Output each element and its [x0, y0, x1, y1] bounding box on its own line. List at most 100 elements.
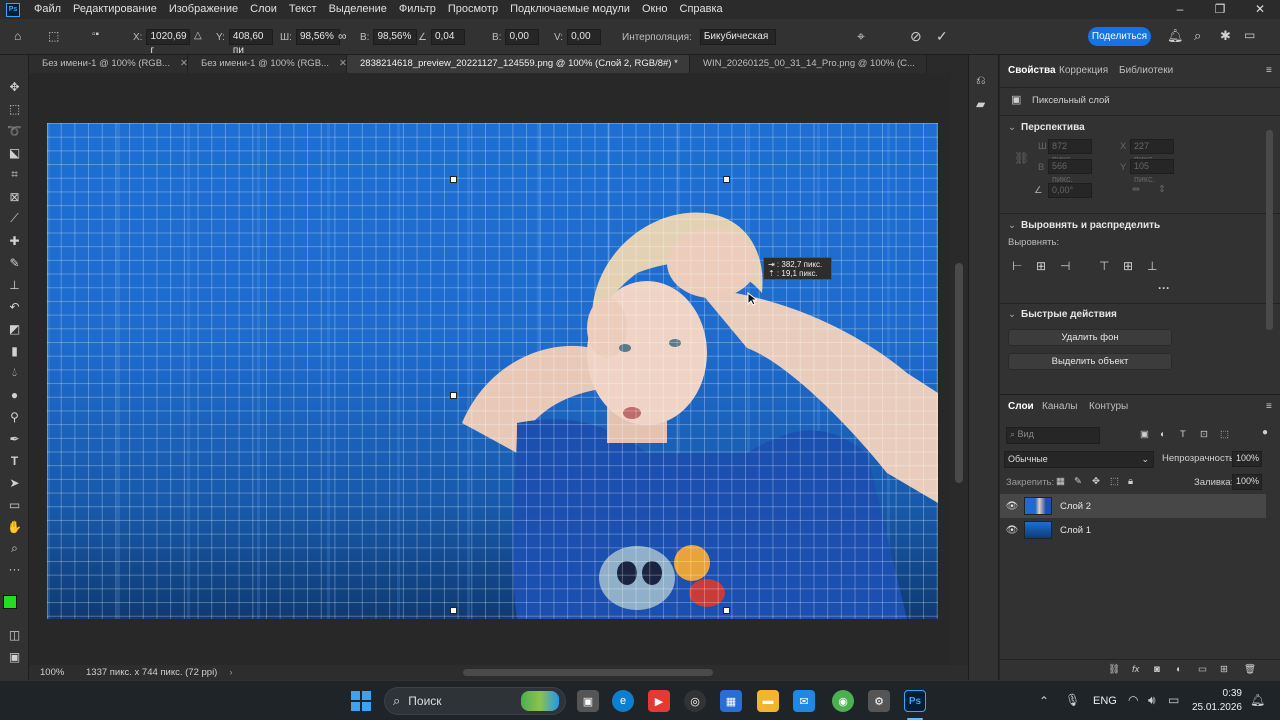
- crop-tool-icon[interactable]: ⌗: [5, 165, 24, 184]
- link-icon[interactable]: ⛓︎: [1014, 151, 1029, 165]
- layer-search-input[interactable]: ⌕ Вид: [1006, 427, 1100, 444]
- fill-input[interactable]: 100%: [1232, 474, 1262, 490]
- chevron-up-icon[interactable]: ⌃: [1039, 694, 1049, 708]
- document-canvas[interactable]: [47, 123, 938, 619]
- eyedropper-tool-icon[interactable]: ⟋: [5, 209, 24, 228]
- screen-mode-icon[interactable]: ▣: [5, 647, 24, 666]
- lock-transparency-icon[interactable]: ▦: [1056, 476, 1065, 487]
- adjustment-layer-icon[interactable]: ◐: [1176, 664, 1182, 675]
- link-layers-icon[interactable]: ⛓︎: [1108, 664, 1120, 675]
- youtube-icon[interactable]: ▶: [648, 690, 670, 712]
- panel-menu-icon[interactable]: ≡: [1266, 401, 1272, 412]
- search-icon[interactable]: ⌕: [1194, 28, 1201, 44]
- edge-browser-icon[interactable]: e: [612, 690, 634, 712]
- tab-properties[interactable]: Свойства: [1008, 55, 1056, 87]
- panel-menu-icon[interactable]: ≡: [1266, 65, 1272, 76]
- layer-name[interactable]: Слой 1: [1060, 525, 1091, 536]
- light-bulb-icon[interactable]: ✱: [1220, 28, 1231, 44]
- remove-background-button[interactable]: Удалить фон: [1008, 329, 1172, 346]
- layer-name[interactable]: Слой 2: [1060, 501, 1091, 512]
- zoom-tool-icon[interactable]: ⌕: [5, 539, 24, 558]
- delete-layer-icon[interactable]: 🗑︎: [1244, 664, 1256, 675]
- blur-tool-icon[interactable]: 💧︎: [5, 363, 24, 382]
- taskbar-search[interactable]: ⌕ Поиск: [384, 687, 566, 715]
- interpolation-select[interactable]: Бикубическая: [699, 29, 776, 45]
- history-panel-icon[interactable]: ⎌: [976, 73, 986, 88]
- chevron-down-icon[interactable]: ⌄: [1008, 309, 1016, 320]
- microphone-icon[interactable]: 🎙︎: [1065, 693, 1080, 707]
- move-tool-icon[interactable]: ✥: [5, 77, 24, 96]
- width-input[interactable]: 98,56%: [295, 29, 340, 45]
- tab-close-icon[interactable]: ✕: [339, 55, 346, 73]
- hand-tool-icon[interactable]: ✋: [5, 517, 24, 536]
- menu-plugins[interactable]: Подключаемые модули: [504, 0, 636, 19]
- transform-x-field[interactable]: 227 пикс.: [1130, 139, 1174, 164]
- brush-tool-icon[interactable]: ✎: [5, 253, 24, 272]
- chrome-icon[interactable]: ◉: [832, 690, 854, 712]
- commit-check-icon[interactable]: ✓: [936, 28, 948, 45]
- align-middle-v-icon[interactable]: ⊞: [1123, 259, 1133, 273]
- tab-adjustments[interactable]: Коррекция: [1059, 55, 1108, 87]
- new-group-icon[interactable]: ▭: [1198, 664, 1207, 675]
- flip-vertical-icon[interactable]: ⇕: [1158, 184, 1166, 195]
- transform-y-field[interactable]: 105 пикс.: [1130, 159, 1174, 184]
- new-layer-icon[interactable]: ⊞: [1220, 664, 1228, 675]
- comments-panel-icon[interactable]: ▰: [976, 97, 985, 111]
- layer-style-icon[interactable]: fx: [1132, 664, 1139, 675]
- menu-image[interactable]: Изображение: [163, 0, 244, 19]
- cancel-icon[interactable]: ⊘: [910, 28, 922, 45]
- link-icon[interactable]: ∞: [338, 29, 347, 43]
- tab-paths[interactable]: Контуры: [1089, 391, 1128, 423]
- menu-edit[interactable]: Редактирование: [67, 0, 163, 19]
- menu-text[interactable]: Текст: [283, 0, 323, 19]
- wifi-icon[interactable]: ◠: [1128, 693, 1138, 707]
- transform-handle-bottom-middle[interactable]: [723, 607, 730, 614]
- type-tool-icon[interactable]: T: [5, 451, 24, 470]
- blend-mode-select[interactable]: Обычные ⌄: [1004, 451, 1154, 468]
- vertical-scrollbar[interactable]: [951, 73, 968, 665]
- eye-icon[interactable]: 👁︎: [1000, 501, 1024, 512]
- transform-width-field[interactable]: 872 пикс.: [1048, 139, 1092, 164]
- align-top-icon[interactable]: ⊤: [1099, 259, 1109, 273]
- layer-row-1[interactable]: 👁︎ Слой 1: [1000, 518, 1266, 542]
- object-select-tool-icon[interactable]: ⬕: [5, 143, 24, 162]
- chevron-down-icon[interactable]: ⌄: [1008, 220, 1016, 231]
- menu-layers[interactable]: Слои: [244, 0, 283, 19]
- clock-time[interactable]: 0:39: [1196, 688, 1242, 699]
- align-right-icon[interactable]: ⊣: [1060, 259, 1070, 273]
- select-subject-button[interactable]: Выделить объект: [1008, 353, 1172, 370]
- tab-document-4[interactable]: WIN_20260125_00_31_14_Pro.png @ 100% (C.…: [690, 55, 927, 73]
- align-bottom-icon[interactable]: ⊥: [1147, 259, 1157, 273]
- menu-view[interactable]: Просмотр: [442, 0, 504, 19]
- lock-pixels-icon[interactable]: ✎: [1074, 476, 1082, 487]
- align-center-h-icon[interactable]: ⊞: [1036, 259, 1046, 273]
- store-icon[interactable]: ▦: [720, 690, 742, 712]
- windows-start-icon[interactable]: [350, 690, 372, 712]
- warp-icon[interactable]: ⌖: [857, 28, 865, 45]
- stamp-tool-icon[interactable]: ⊥: [5, 275, 24, 294]
- vertical-scroll-thumb[interactable]: [955, 263, 963, 483]
- horizontal-scroll-thumb[interactable]: [463, 669, 713, 676]
- menu-select[interactable]: Выделение: [323, 0, 393, 19]
- sponge-tool-icon[interactable]: ⚲: [5, 407, 24, 426]
- flip-horizontal-icon[interactable]: ⇹: [1132, 184, 1140, 195]
- x-input[interactable]: 1020,69 г: [146, 29, 191, 56]
- frame-tool-icon[interactable]: ⊠: [5, 187, 24, 206]
- properties-scrollbar[interactable]: [1266, 130, 1273, 330]
- transform-handle-top-middle[interactable]: [723, 176, 730, 183]
- share-button[interactable]: Поделиться: [1088, 27, 1151, 46]
- transform-angle-field[interactable]: 0,00°: [1048, 183, 1092, 198]
- tab-channels[interactable]: Каналы: [1042, 391, 1078, 423]
- align-left-icon[interactable]: ⊢: [1012, 259, 1022, 273]
- tab-close-icon[interactable]: ✕: [180, 55, 187, 73]
- filter-type-icon[interactable]: T: [1180, 429, 1186, 440]
- tab-close-icon[interactable]: ✕: [925, 55, 926, 73]
- tab-layers[interactable]: Слои: [1008, 391, 1034, 423]
- filter-shape-icon[interactable]: ⊡: [1200, 429, 1208, 440]
- more-options-icon[interactable]: ···: [1158, 281, 1170, 295]
- opacity-input[interactable]: 100%: [1232, 451, 1262, 467]
- lock-position-icon[interactable]: ✥: [1092, 476, 1100, 487]
- reference-point-icon[interactable]: ▫▪: [92, 29, 99, 40]
- dodge-tool-icon[interactable]: ●: [5, 385, 24, 404]
- settings-gear-icon[interactable]: ⚙: [868, 690, 890, 712]
